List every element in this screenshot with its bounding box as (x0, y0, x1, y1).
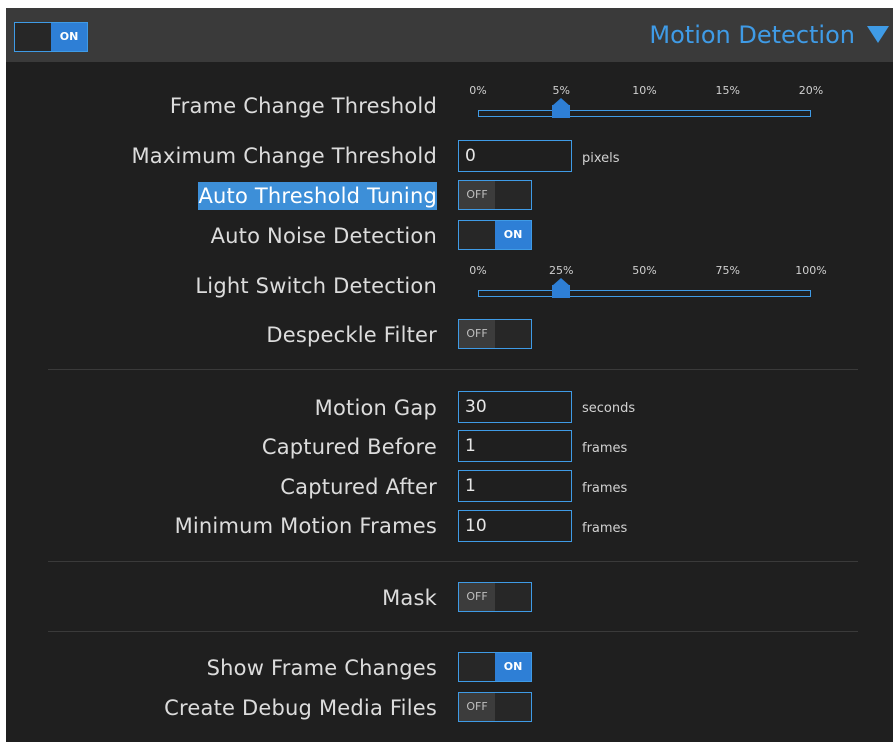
captured-before-label: Captured Before (261, 435, 437, 459)
minimum-motion-frames-label: Minimum Motion Frames (174, 514, 437, 538)
divider (48, 369, 858, 370)
toggle-off-label: OFF (459, 320, 495, 348)
create-debug-media-files-label: Create Debug Media Files (164, 696, 437, 720)
motion-detection-panel: ON Motion Detection Frame Change Thresho… (6, 8, 893, 742)
captured-after-unit: frames (582, 481, 628, 496)
maximum-change-threshold-input[interactable] (458, 140, 572, 172)
mask-toggle[interactable]: OFF (458, 582, 532, 612)
slider-tick-label: 20% (798, 84, 824, 97)
show-frame-changes-label: Show Frame Changes (206, 656, 437, 680)
slider-track[interactable] (478, 110, 811, 117)
motion-detection-enable-toggle[interactable]: ON (14, 22, 88, 52)
toggle-off-label: OFF (459, 181, 495, 209)
divider (48, 631, 858, 632)
slider-tick-label: 25% (549, 264, 574, 277)
slider-track[interactable] (478, 290, 811, 297)
slider-tick-label: 100% (795, 264, 827, 277)
captured-after-input[interactable] (458, 470, 572, 502)
slider-tick-label: 0% (469, 84, 487, 97)
motion-gap-unit: seconds (582, 401, 636, 416)
toggle-off-label: OFF (459, 693, 495, 721)
minimum-motion-frames-unit: frames (582, 521, 628, 536)
slider-tick-label: 75% (715, 264, 740, 277)
auto-noise-detection-toggle[interactable]: ON (458, 220, 532, 250)
toggle-on-label: ON (51, 23, 87, 51)
mask-label: Mask (382, 586, 437, 610)
slider-thumb[interactable] (552, 98, 571, 118)
light-switch-detection-label: Light Switch Detection (195, 274, 437, 298)
maximum-change-threshold-label: Maximum Change Threshold (131, 144, 437, 168)
captured-after-label: Captured After (280, 475, 437, 499)
auto-threshold-tuning-toggle[interactable]: OFF (458, 180, 532, 210)
slider-tick-label: 5% (552, 84, 570, 97)
despeckle-filter-label: Despeckle Filter (266, 323, 437, 347)
motion-gap-label: Motion Gap (314, 396, 437, 420)
divider (48, 561, 858, 562)
show-frame-changes-toggle[interactable]: ON (458, 652, 532, 682)
frame-change-threshold-label: Frame Change Threshold (169, 94, 437, 118)
slider-tick-label: 50% (632, 264, 657, 277)
auto-noise-detection-label: Auto Noise Detection (210, 224, 437, 248)
toggle-on-label: ON (495, 221, 531, 249)
auto-threshold-tuning-label: Auto Threshold Tuning (198, 182, 437, 210)
create-debug-media-files-toggle[interactable]: OFF (458, 692, 532, 722)
toggle-off-label: OFF (459, 583, 495, 611)
slider-tick-label: 0% (469, 264, 487, 277)
collapse-arrow-icon[interactable] (867, 26, 889, 43)
captured-before-input[interactable] (458, 430, 572, 462)
maximum-change-threshold-unit: pixels (582, 151, 620, 166)
slider-tick-label: 10% (632, 84, 657, 97)
minimum-motion-frames-input[interactable] (458, 510, 572, 542)
slider-thumb[interactable] (552, 278, 571, 298)
captured-before-unit: frames (582, 441, 628, 456)
section-header[interactable]: ON Motion Detection (6, 8, 893, 62)
despeckle-filter-toggle[interactable]: OFF (458, 319, 532, 349)
slider-tick-label: 15% (715, 84, 740, 97)
toggle-on-label: ON (495, 653, 531, 681)
section-title[interactable]: Motion Detection (649, 20, 855, 50)
motion-gap-input[interactable] (458, 391, 572, 423)
